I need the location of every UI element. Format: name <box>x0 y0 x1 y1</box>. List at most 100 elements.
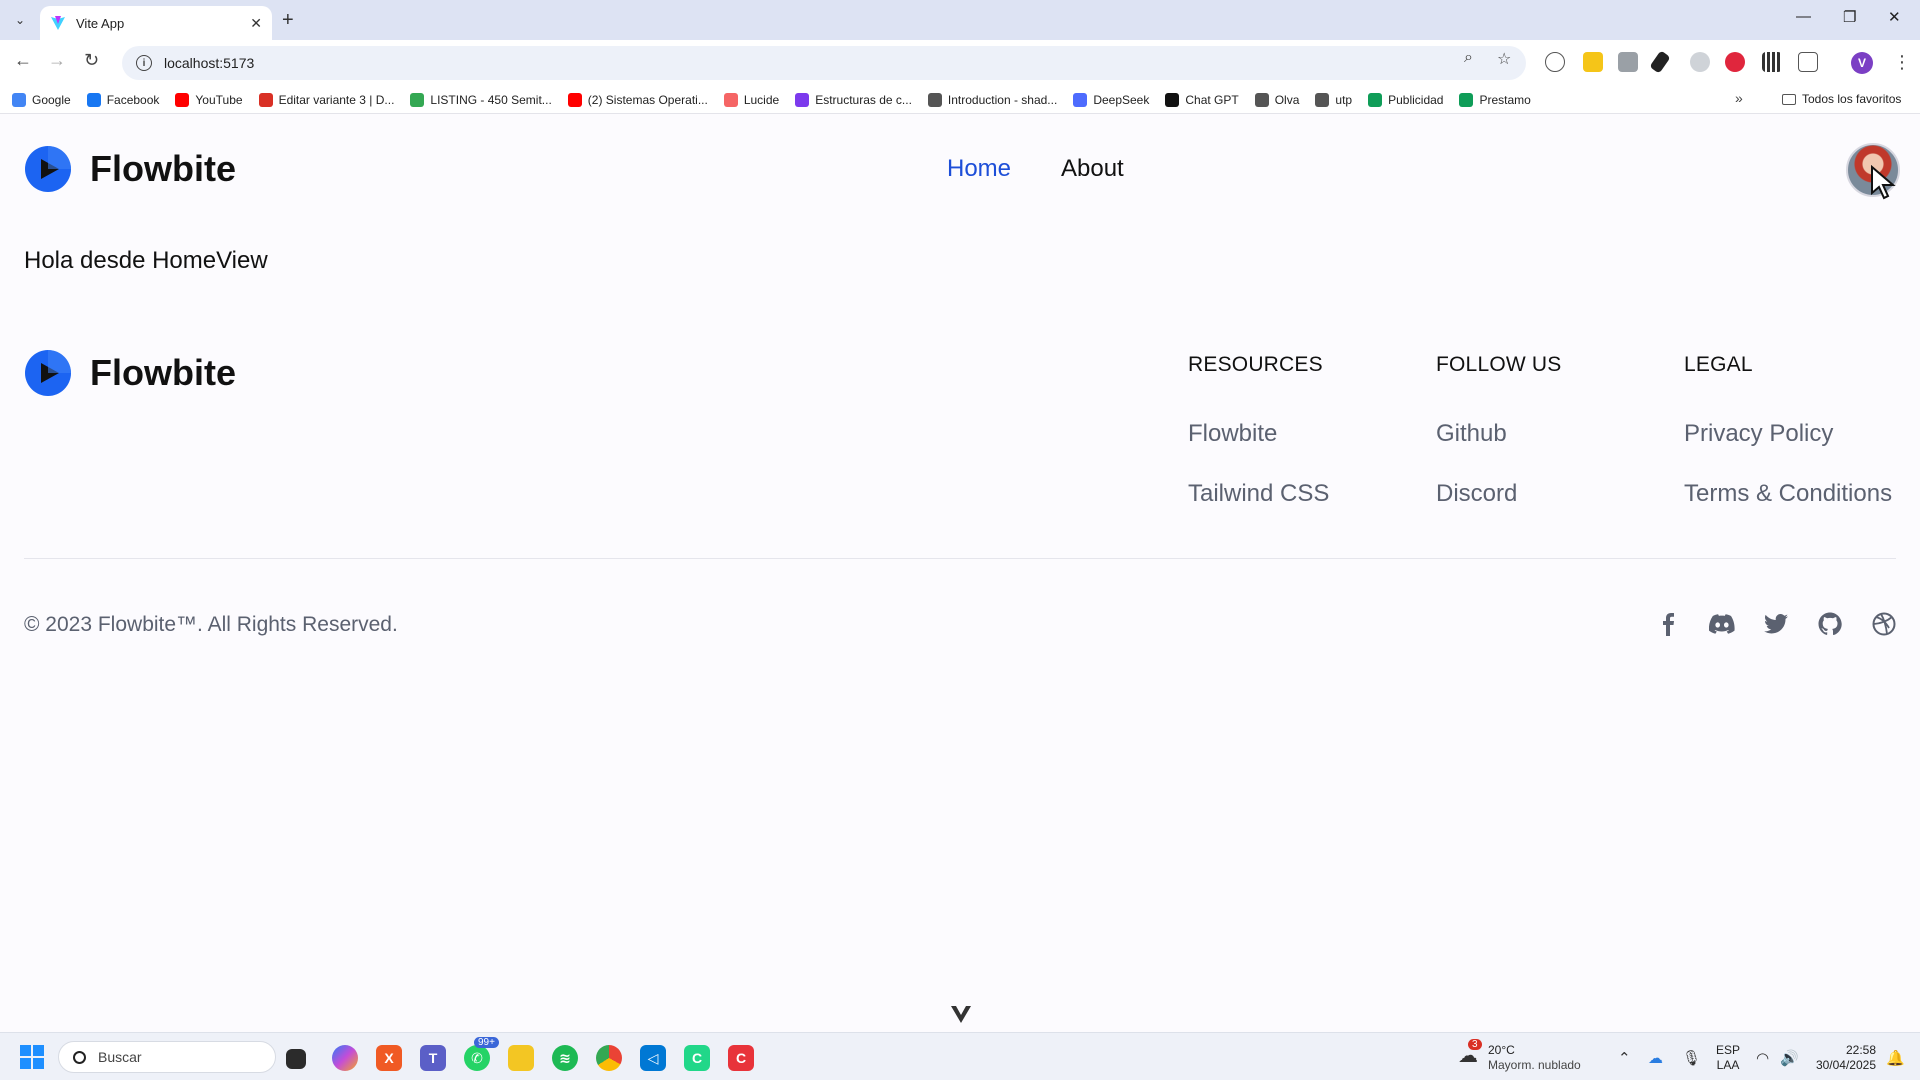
back-icon[interactable]: ← <box>14 50 32 71</box>
zoom-icon[interactable]: ⌕ <box>1464 49 1473 67</box>
vue-devtools-icon[interactable] <box>950 1003 972 1025</box>
file-explorer-icon[interactable] <box>508 1045 534 1071</box>
bookmark-item[interactable]: Introduction - shad... <box>927 92 1057 107</box>
new-tab-button[interactable]: + <box>282 9 294 31</box>
footer-brand[interactable]: Flowbite <box>24 349 236 397</box>
taskbar-search-placeholder: Buscar <box>98 1049 142 1065</box>
bookmark-label: Lucide <box>743 92 780 107</box>
forward-icon[interactable]: → <box>48 50 66 71</box>
task-view-icon[interactable] <box>286 1049 306 1069</box>
footer-link-terms[interactable]: Terms & Conditions <box>1684 480 1892 508</box>
bookmark-favicon-icon <box>1368 92 1383 107</box>
omnibox[interactable]: i localhost:5173 <box>122 46 1526 80</box>
extension-icon[interactable] <box>1618 52 1638 72</box>
chrome-icon[interactable] <box>596 1045 622 1071</box>
footer-brand-name: Flowbite <box>90 352 236 393</box>
facebook-icon[interactable] <box>1654 610 1682 638</box>
windows-start-icon[interactable] <box>20 1045 44 1069</box>
xampp-icon[interactable]: X <box>376 1045 402 1071</box>
bookmarks-overflow-icon[interactable]: » <box>1735 90 1743 106</box>
bookmark-favicon-icon <box>258 92 273 107</box>
bookmark-label: Facebook <box>106 92 160 107</box>
app-icon[interactable]: C <box>728 1045 754 1071</box>
bookmark-label: DeepSeek <box>1093 92 1150 107</box>
twitter-icon[interactable] <box>1762 610 1790 638</box>
mouse-cursor-icon <box>1871 165 1896 200</box>
copilot-icon[interactable] <box>332 1045 358 1071</box>
extension-icon[interactable] <box>1690 52 1710 72</box>
bookmark-item[interactable]: Estructuras de c... <box>795 92 912 107</box>
notifications-icon[interactable]: 🔔 <box>1886 1049 1905 1067</box>
header-brand[interactable]: Flowbite <box>24 145 236 193</box>
spotify-icon[interactable]: ≋ <box>552 1045 578 1071</box>
restore-icon[interactable]: ❐ <box>1843 8 1856 26</box>
bookmark-favicon-icon <box>175 92 190 107</box>
site-info-icon[interactable]: i <box>136 55 152 71</box>
microphone-icon[interactable]: 🎙 <box>1682 1049 1701 1067</box>
onedrive-icon[interactable]: ☁ <box>1648 1049 1663 1067</box>
tab-search-icon[interactable]: ⌄ <box>8 8 32 32</box>
footer-link-privacy[interactable]: Privacy Policy <box>1684 420 1833 448</box>
bookmark-item[interactable]: Chat GPT <box>1165 92 1239 107</box>
bookmark-item[interactable]: utp <box>1315 92 1352 107</box>
footer-link-tailwind[interactable]: Tailwind CSS <box>1188 480 1329 508</box>
minimize-icon[interactable]: — <box>1796 8 1811 25</box>
extension-icon[interactable] <box>1583 52 1603 72</box>
nav-home[interactable]: Home <box>947 155 1011 183</box>
bookmark-label: Estructuras de c... <box>815 92 912 107</box>
tray-overflow-icon[interactable]: ⌃ <box>1618 1049 1631 1067</box>
nav-about[interactable]: About <box>1061 155 1124 183</box>
window-close-icon[interactable]: ✕ <box>1888 8 1901 26</box>
extension-icon[interactable] <box>1545 52 1565 72</box>
footer-link-github[interactable]: Github <box>1436 420 1507 448</box>
bookmark-favicon-icon <box>1073 92 1088 107</box>
bookmark-item[interactable]: Facebook <box>86 92 160 107</box>
bookmark-favicon-icon <box>927 92 942 107</box>
bookmark-item[interactable]: Editar variante 3 | D... <box>258 92 394 107</box>
bookmark-star-icon[interactable]: ☆ <box>1497 49 1511 69</box>
profile-avatar[interactable]: V <box>1851 52 1873 74</box>
language-indicator[interactable]: ESP LAA <box>1716 1043 1740 1073</box>
bookmark-item[interactable]: YouTube <box>175 92 243 107</box>
taskbar-search[interactable]: Buscar <box>58 1041 276 1073</box>
folder-icon <box>1782 93 1796 105</box>
lang-top: ESP <box>1716 1043 1741 1057</box>
bookmark-item[interactable]: Lucide <box>723 92 780 107</box>
adblock-icon[interactable] <box>1725 52 1745 72</box>
bookmark-item[interactable]: DeepSeek <box>1073 92 1150 107</box>
clock[interactable]: 22:58 30/04/2025 <box>1812 1043 1876 1073</box>
footer-divider <box>24 558 1896 559</box>
home-greeting: Hola desde HomeView <box>24 247 268 274</box>
tab-close-icon[interactable]: ✕ <box>250 15 262 32</box>
dribbble-icon[interactable] <box>1870 610 1898 638</box>
whatsapp-icon[interactable]: ✆ <box>464 1045 490 1071</box>
extensions-puzzle-icon[interactable] <box>1798 52 1818 72</box>
bookmarks-bar: Google Facebook YouTube Editar variante 3 |… <box>0 86 1920 114</box>
bookmark-item[interactable]: Olva <box>1254 92 1300 107</box>
bookmark-item[interactable]: LISTING - 450 Semit... <box>410 92 552 107</box>
reload-icon[interactable]: ↻ <box>84 50 99 71</box>
bookmark-item[interactable]: Publicidad <box>1368 92 1443 107</box>
vscode-icon[interactable]: ◁ <box>640 1045 666 1071</box>
github-icon[interactable] <box>1816 610 1844 638</box>
all-bookmarks-button[interactable]: Todos los favoritos <box>1782 92 1901 106</box>
bookmark-item[interactable]: Google <box>12 92 71 107</box>
footer-link-discord[interactable]: Discord <box>1436 480 1517 508</box>
weather-widget[interactable]: 20°C Mayorm. nublado <box>1488 1043 1581 1073</box>
pycharm-icon[interactable]: C <box>684 1045 710 1071</box>
wifi-icon[interactable]: ◠ <box>1756 1049 1769 1067</box>
teams-icon[interactable]: T <box>420 1045 446 1071</box>
browser-tab[interactable]: Vite App ✕ <box>40 6 272 40</box>
volume-icon[interactable]: 🔊 <box>1780 1049 1799 1067</box>
url-text[interactable]: localhost:5173 <box>164 55 254 71</box>
bookmark-label: Olva <box>1274 92 1300 107</box>
footer-link-flowbite[interactable]: Flowbite <box>1188 420 1277 448</box>
page-viewport: Flowbite Home About Hola desde HomeView … <box>0 115 1920 1032</box>
menu-kebab-icon[interactable]: ⋮ <box>1893 52 1911 73</box>
qr-icon[interactable] <box>1762 52 1782 72</box>
bookmark-item[interactable]: Prestamo <box>1459 92 1531 107</box>
discord-icon[interactable] <box>1708 610 1736 638</box>
bookmark-item[interactable]: (2) Sistemas Operati... <box>567 92 708 107</box>
whatsapp-badge: 99+ <box>474 1037 499 1048</box>
weather-temp: 20°C <box>1488 1043 1515 1057</box>
